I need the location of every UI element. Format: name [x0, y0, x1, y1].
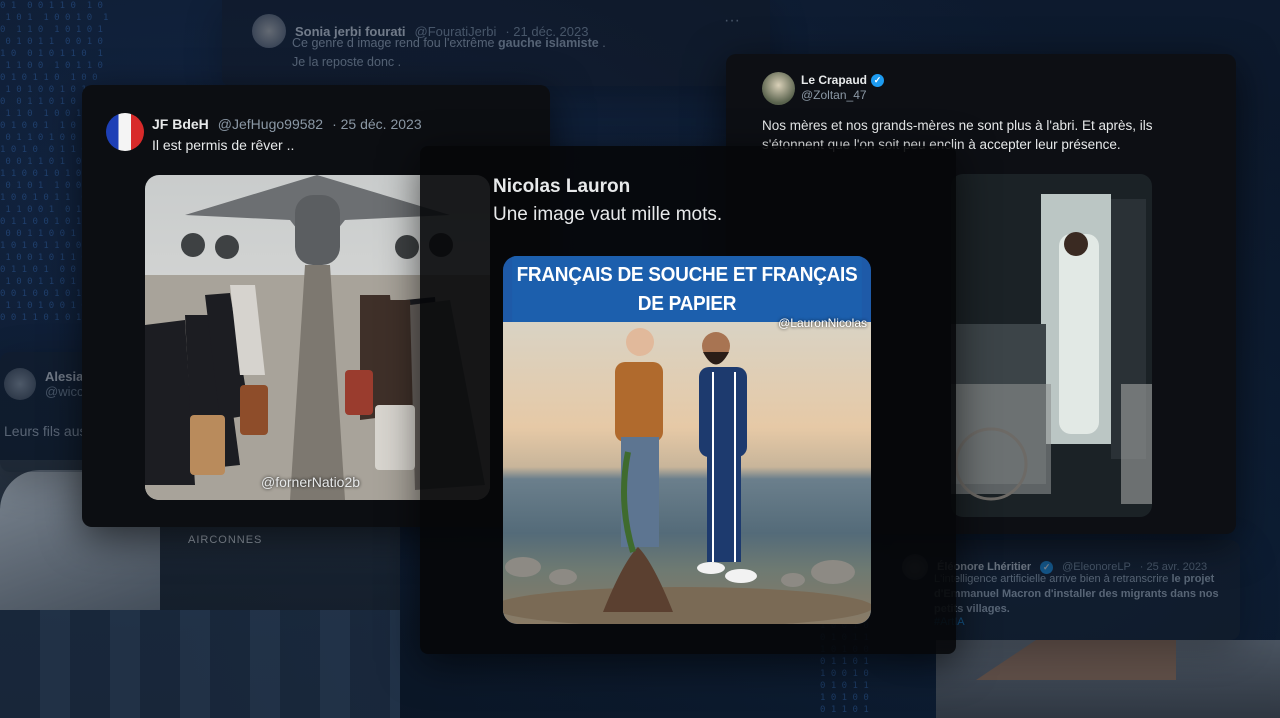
image-banner: FRANÇAIS DE SOUCHE ET FRANÇAIS DE PAPIER [512, 256, 862, 322]
tweet-header: Le Crapaud ✓ @Zoltan_47 [801, 73, 885, 102]
avatar [252, 14, 286, 48]
airline-label: AIRCONNES [188, 534, 263, 546]
avatar [762, 72, 795, 105]
image-watermark: @fornerNatio2b [261, 474, 361, 490]
author-name: Le Crapaud [801, 73, 868, 87]
banner-line-2: DE PAPIER [637, 293, 737, 315]
roof-shape [976, 640, 1176, 680]
tweet-text: Ce genre d image rend fou l'extrême gauc… [292, 34, 606, 72]
crowd-shape [0, 610, 400, 718]
tweet-text-line2: Je la reposte donc . [292, 55, 402, 69]
more-options-icon[interactable]: ··· [724, 12, 740, 30]
tweet-text: Une image vaut mille mots. [493, 204, 723, 225]
tweet-text: L'intelligence artificielle arrive bien … [934, 572, 1234, 617]
verified-badge-icon: ✓ [871, 73, 885, 87]
image-watermark: @LauronNicolas [778, 316, 867, 330]
tweet-text-bold: gauche islamiste [497, 36, 599, 50]
tweet-text-part: L'intelligence artificielle arrive bien … [934, 573, 1172, 585]
dark-room-illustration [951, 174, 1152, 517]
tweet-text-part: Ce genre d image rend fou l'extrême [292, 36, 498, 50]
tweet-image-dark-room[interactable] [951, 174, 1152, 517]
image-scene [503, 322, 871, 624]
two-men-illustration [503, 328, 871, 624]
tweet-image-two-men[interactable]: FRANÇAIS DE SOUCHE ET FRANÇAIS DE PAPIER [503, 256, 871, 624]
tweet-card-nicolas-lauron: Nicolas Lauron Une image vaut mille mots… [420, 146, 956, 654]
tweet-text-part: . [598, 36, 606, 50]
author-handle: @Zoltan_47 [801, 88, 867, 102]
tweet-text: Il est permis de rêver .. [152, 137, 295, 153]
tweet-date: · 25 déc. 2023 [332, 116, 422, 132]
avatar [4, 368, 36, 400]
author-handle: @JefHugo99582 [217, 116, 324, 132]
tweet-header: JF BdeH @JefHugo99582 · 25 déc. 2023 [152, 116, 422, 132]
author-name: Nicolas Lauron [493, 176, 631, 197]
background-photo-house [936, 640, 1280, 718]
background-tweet-top: Sonia jerbi fourati @FouratiJerbi · 21 d… [222, 0, 770, 86]
french-flag-icon [106, 113, 144, 151]
banner-line-1: FRANÇAIS DE SOUCHE ET FRANÇAIS [516, 264, 858, 286]
author-name: JF BdeH [152, 116, 209, 132]
